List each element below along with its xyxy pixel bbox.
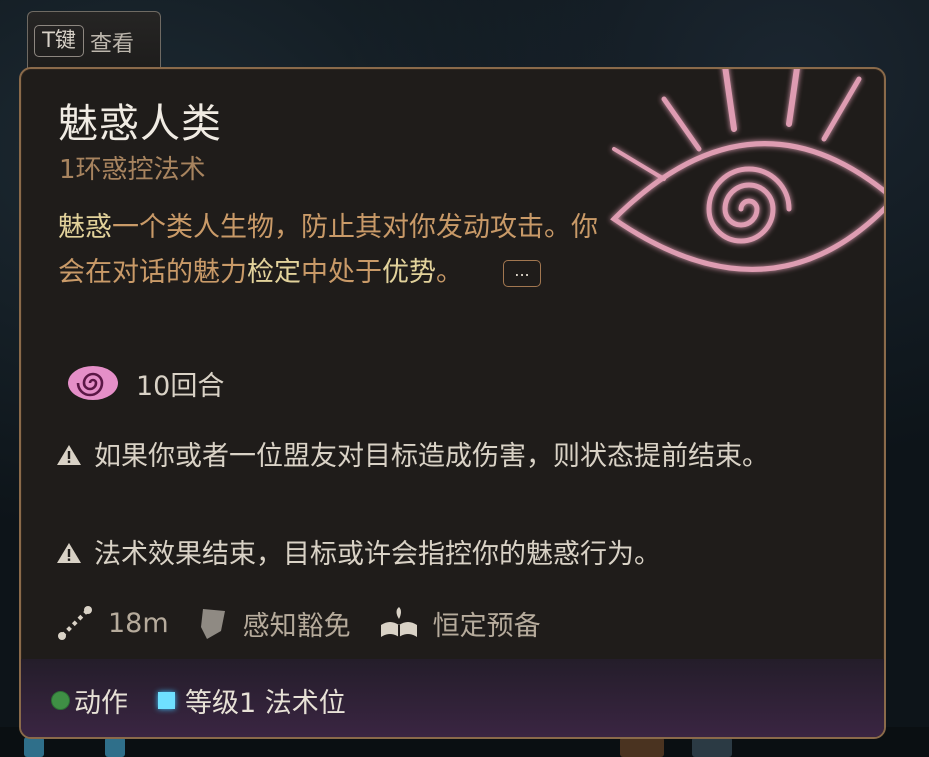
save-property[interactable]: 感知豁免 <box>197 604 351 643</box>
hotbar-slot <box>620 737 664 757</box>
warning-icon <box>57 543 81 563</box>
duration-label: 10回合 <box>136 370 225 402</box>
warning-text: 如果你或者一位盟友对目标造成伤害，则状态提前结束。 <box>94 441 769 472</box>
warning-text: 法术效果结束，目标或许会指控你的魅惑行为。 <box>94 539 661 570</box>
spell-tooltip: 魅惑人类 1环惑控法术 魅惑一个类人生物，防止其对你发动攻击。你会在对话的魅力检… <box>19 67 886 739</box>
shield-icon <box>200 609 225 639</box>
save-label: 感知豁免 <box>242 610 351 642</box>
charm-eye-icon <box>610 69 884 272</box>
description-text: 中处于 <box>301 257 382 288</box>
more-button[interactable]: ... <box>503 260 541 287</box>
key-badge: T键 <box>34 25 84 57</box>
keyword-charm[interactable]: 魅惑 <box>58 212 112 243</box>
hotbar-slot <box>692 737 732 757</box>
examine-label: 查看 <box>90 32 135 57</box>
warning-icon <box>57 445 81 465</box>
range-icon <box>58 606 92 640</box>
duration-row: 10回合 <box>66 363 224 403</box>
warning-line: 如果你或者一位盟友对目标造成伤害，则状态提前结束。 <box>56 435 816 479</box>
prep-property[interactable]: 恒定预备 <box>379 604 541 643</box>
spell-description: 魅惑一个类人生物，防止其对你发动攻击。你会在对话的魅力检定中处于优势。... <box>58 205 618 295</box>
action-cost-label: 动作 <box>74 688 128 719</box>
examine-hint-tab[interactable]: T键 查看 <box>27 11 161 73</box>
description-text: 。 <box>436 257 463 288</box>
range-property[interactable]: 18m <box>56 604 169 642</box>
hotbar-slot <box>105 737 125 757</box>
slot-cost-label: 等级1 法术位 <box>185 688 346 719</box>
spell-slot-icon <box>158 692 175 709</box>
prep-label: 恒定预备 <box>432 610 541 642</box>
action-dot-icon <box>51 691 70 710</box>
spell-subtitle: 1环惑控法术 <box>59 155 206 185</box>
spiral-icon <box>68 366 118 400</box>
spell-title: 魅惑人类 <box>58 101 222 147</box>
keyword-advantage[interactable]: 优势 <box>382 257 436 288</box>
keyword-check[interactable]: 检定 <box>247 257 301 288</box>
hotbar-slot <box>24 737 44 757</box>
cost-row: 动作 等级1 法术位 <box>51 681 346 720</box>
spellbook-icon <box>380 607 417 637</box>
range-label: 18m <box>108 607 169 639</box>
spell-properties: 18m 感知豁免 恒定预备 <box>56 601 569 645</box>
warning-line: 法术效果结束，目标或许会指控你的魅惑行为。 <box>56 533 816 577</box>
